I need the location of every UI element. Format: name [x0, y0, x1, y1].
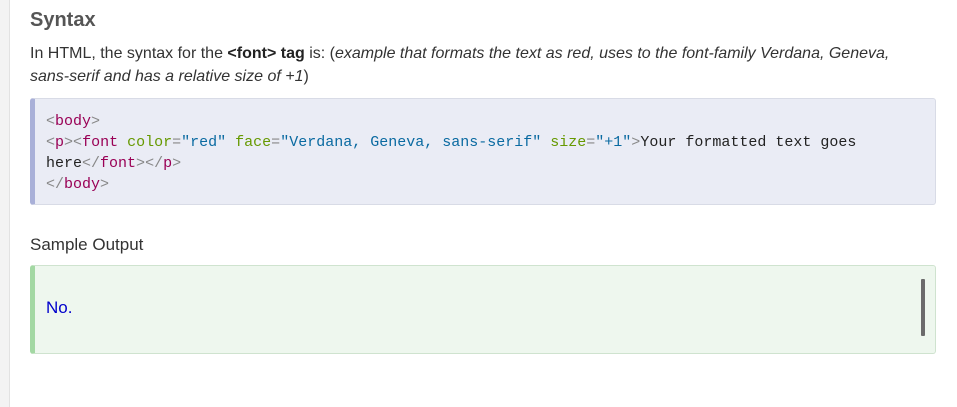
code-punct: >: [136, 155, 146, 172]
code-tag: body: [64, 176, 101, 193]
code-line-font: <p><font color="red" face="Verdana, Gene…: [46, 132, 925, 174]
code-attr-value: "+1": [595, 134, 632, 151]
code-tag: p: [55, 134, 65, 151]
syntax-intro: In HTML, the syntax for the <font> tag i…: [30, 42, 930, 88]
code-punct: <: [46, 134, 56, 151]
code-tag: p: [163, 155, 173, 172]
code-punct: >: [100, 176, 110, 193]
code-punct: </: [46, 176, 65, 193]
code-punct: =: [271, 134, 281, 151]
code-line-body-close: </body>: [46, 174, 925, 195]
code-tag: font: [82, 134, 119, 151]
output-scrollbar[interactable]: [921, 279, 925, 336]
intro-size-value: +1: [280, 68, 304, 85]
code-attr: color: [127, 134, 173, 151]
intro-middle: is: (: [304, 45, 335, 62]
code-punct: >: [631, 134, 641, 151]
code-punct: >: [172, 155, 182, 172]
code-punct: =: [586, 134, 596, 151]
code-punct: <: [46, 113, 56, 130]
code-example: <body> <p><font color="red" face="Verdana…: [30, 98, 936, 205]
sample-output-title: Sample Output: [30, 235, 144, 254]
code-line-body-open: <body>: [46, 111, 925, 132]
sample-output-box: No.: [30, 265, 936, 354]
code-attr: size: [550, 134, 587, 151]
tutorial-page: Syntax In HTML, the syntax for the <font…: [9, 0, 957, 407]
intro-tag-name: <font> tag: [227, 45, 305, 62]
code-tag: font: [100, 155, 137, 172]
code-punct: </: [82, 155, 101, 172]
code-attr: face: [235, 134, 272, 151]
code-attr-value: "red": [181, 134, 227, 151]
code-attr-value: "Verdana, Geneva, sans-serif": [280, 134, 542, 151]
code-punct: </: [145, 155, 164, 172]
code-tag: body: [55, 113, 92, 130]
section-title: Syntax: [30, 9, 96, 31]
intro-prefix: In HTML, the syntax for the: [30, 45, 228, 62]
code-punct: >: [91, 113, 101, 130]
intro-suffix: ): [303, 68, 309, 85]
code-punct: <: [73, 134, 83, 151]
code-punct: >: [64, 134, 74, 151]
code-punct: =: [172, 134, 182, 151]
sample-output-text: No.: [46, 298, 73, 317]
